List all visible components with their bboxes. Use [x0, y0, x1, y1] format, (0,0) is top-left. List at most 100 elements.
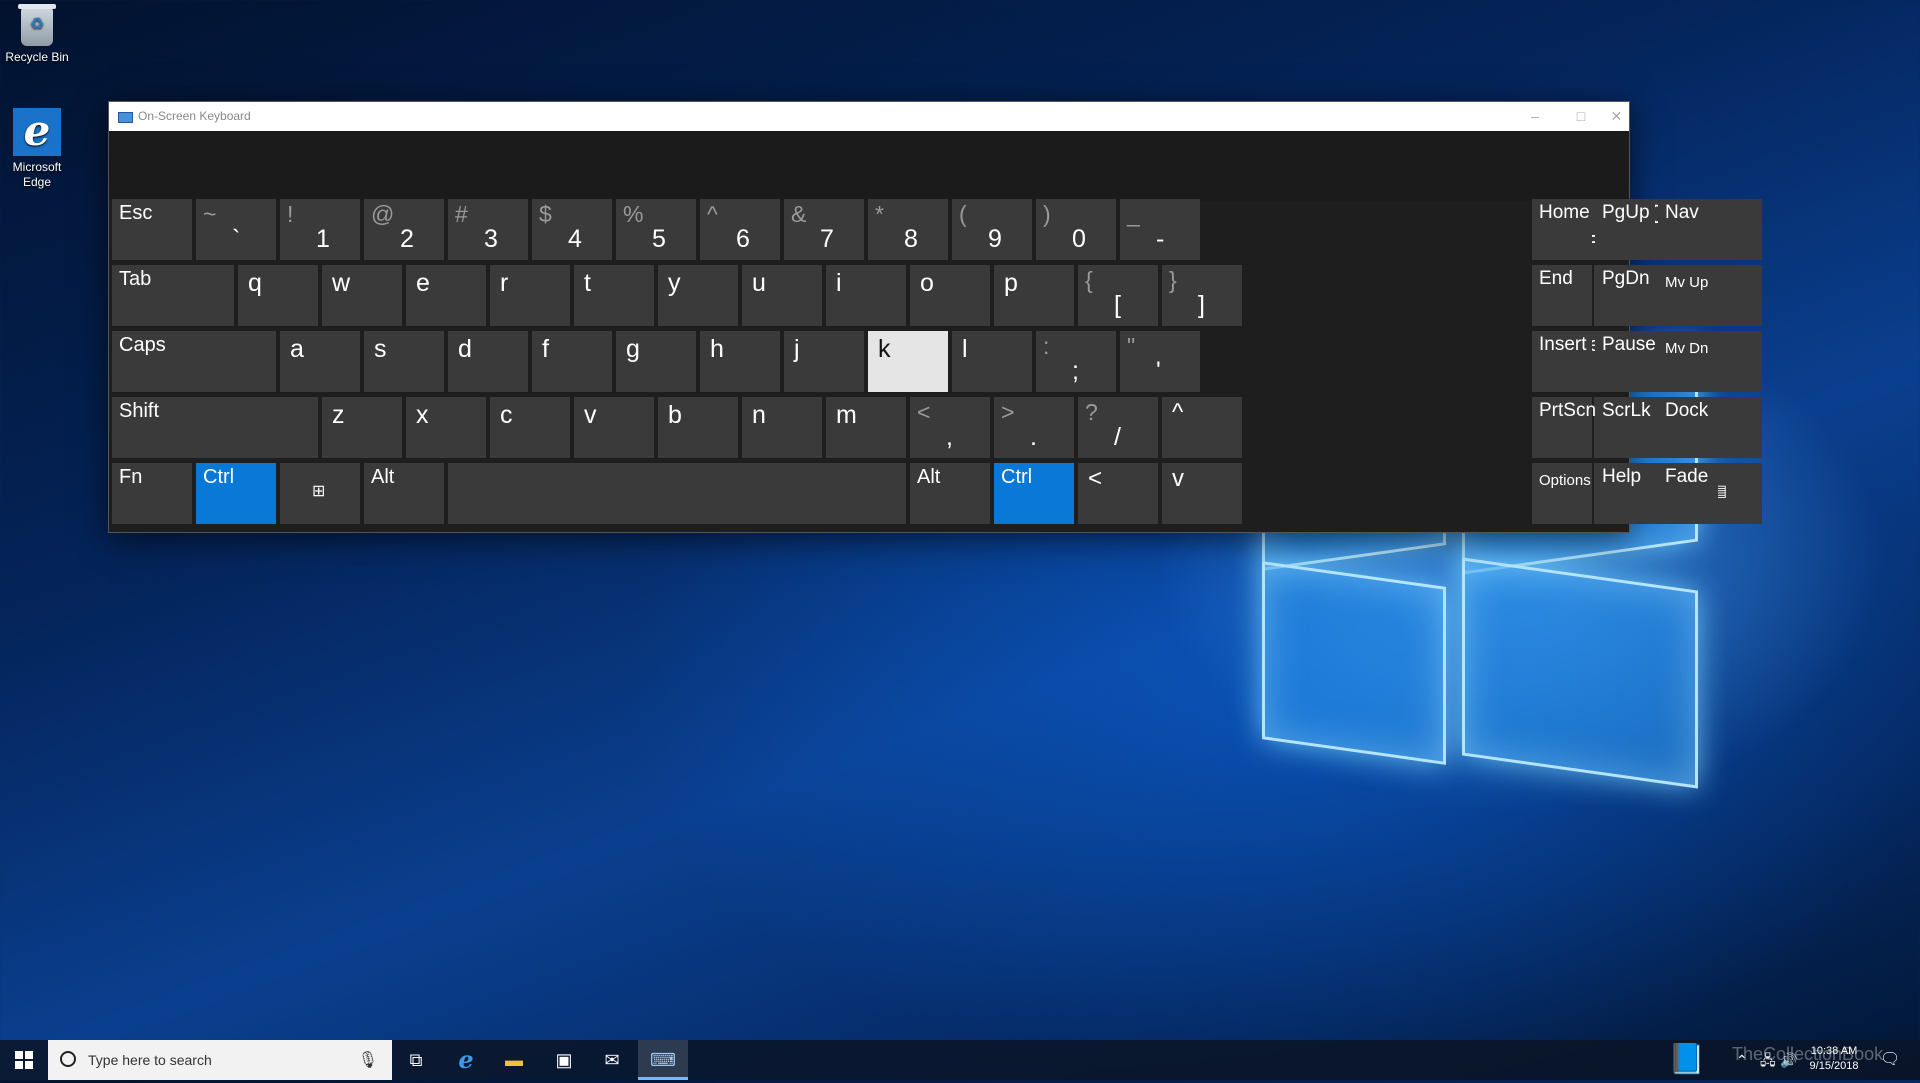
taskbar-edge[interactable]: e — [442, 1040, 490, 1080]
key-j[interactable]: j — [784, 331, 864, 392]
key-help[interactable]: Help — [1595, 463, 1655, 524]
key-fn[interactable]: Fn — [112, 463, 192, 524]
key-key1-12[interactable]: }] — [1162, 265, 1242, 326]
desktop-icon-edge[interactable]: e Microsoft Edge — [0, 108, 78, 190]
key-x[interactable]: x — [406, 397, 486, 458]
key-scrlk[interactable]: ScrLk — [1595, 397, 1655, 458]
key-n[interactable]: n — [742, 397, 822, 458]
key-h[interactable]: h — [700, 331, 780, 392]
key-a[interactable]: a — [280, 331, 360, 392]
key-1[interactable]: ! 1 — [280, 199, 360, 260]
key-label: ' — [1156, 357, 1161, 385]
key-ctrl[interactable]: Ctrl — [196, 463, 276, 524]
key-space[interactable] — [448, 463, 906, 524]
key-y[interactable]: y — [658, 265, 738, 326]
desktop-icon-recycle-bin[interactable]: Recycle Bin — [0, 4, 78, 65]
key-7[interactable]: & 7 — [784, 199, 864, 260]
key-key3-10[interactable]: ? / — [1078, 397, 1158, 458]
close-button[interactable]: ✕ — [1604, 102, 1629, 131]
key-v[interactable]: v — [1162, 463, 1242, 524]
key-g[interactable]: g — [616, 331, 696, 392]
key-shift[interactable]: Shift — [112, 397, 318, 458]
maximize-button[interactable]: □ — [1558, 102, 1604, 131]
key-r[interactable]: r — [490, 265, 570, 326]
taskbar-store[interactable]: ▣ — [540, 1040, 588, 1080]
taskbar-on-screen-keyboard[interactable]: ⌨ — [638, 1040, 688, 1080]
key-e[interactable]: e — [406, 265, 486, 326]
key-alt[interactable]: Alt — [910, 463, 990, 524]
key-pgdn[interactable]: PgDn — [1595, 265, 1655, 326]
key-key2-11[interactable]: " ' — [1120, 331, 1200, 392]
key-key3-9[interactable]: >. — [994, 397, 1074, 458]
key-i[interactable]: i — [826, 265, 906, 326]
key-q[interactable]: q — [238, 265, 318, 326]
key-key1-11[interactable]: {[ — [1078, 265, 1158, 326]
key-shift-symbol: } — [1169, 267, 1177, 293]
key-key3-11[interactable]: ^ — [1162, 397, 1242, 458]
taskbar-mail[interactable]: ✉ — [588, 1040, 636, 1080]
key-0[interactable]: ) 0 — [1036, 199, 1116, 260]
key-prtscn[interactable]: PrtScn — [1532, 397, 1596, 458]
key-label: / — [1114, 423, 1121, 451]
key-w[interactable]: w — [322, 265, 402, 326]
task-view-button[interactable]: ⧉ — [392, 1040, 440, 1080]
on-screen-keyboard-window: On-Screen Keyboard – □ ✕ Esc ~ `! 1 @2 #3 $4% 5… — [108, 101, 1762, 533]
minimize-button[interactable]: – — [1512, 102, 1558, 131]
key-2[interactable]: @2 — [364, 199, 444, 260]
key-t[interactable]: t — [574, 265, 654, 326]
key-9[interactable]: (9 — [952, 199, 1032, 260]
key-3[interactable]: #3 — [448, 199, 528, 260]
key-home[interactable]: Home — [1532, 199, 1592, 260]
key-z[interactable]: z — [322, 397, 402, 458]
key-o[interactable]: o — [910, 265, 990, 326]
key-c[interactable]: c — [490, 397, 570, 458]
key-alt[interactable]: Alt — [364, 463, 444, 524]
key-key0-12[interactable]: _ - — [1120, 199, 1200, 260]
key-5[interactable]: % 5 — [616, 199, 696, 260]
key-v[interactable]: v — [574, 397, 654, 458]
key-label: 2 — [400, 225, 414, 253]
key-m[interactable]: m — [826, 397, 906, 458]
taskbar-file-explorer[interactable]: ▬ — [490, 1040, 538, 1080]
key-dock[interactable]: Dock — [1658, 397, 1718, 458]
key-mv-dn[interactable]: Mv Dn — [1658, 331, 1718, 392]
key-4[interactable]: $4 — [532, 199, 612, 260]
key-6[interactable]: ^ 6 — [700, 199, 780, 260]
key-s[interactable]: s — [364, 331, 444, 392]
key-pause[interactable]: Pause — [1595, 331, 1656, 392]
key-label: c — [500, 401, 513, 429]
key-d[interactable]: d — [448, 331, 528, 392]
key-nav[interactable]: Nav — [1658, 199, 1718, 260]
key-key0-1[interactable]: ~ ` — [196, 199, 276, 260]
key-label: t — [584, 269, 591, 297]
key-label: Mv Dn — [1665, 340, 1709, 357]
key-insert[interactable]: Insert — [1532, 331, 1592, 392]
key-options[interactable]: Options — [1532, 463, 1592, 524]
key-caps[interactable]: Caps — [112, 331, 276, 392]
key-tab[interactable]: Tab — [112, 265, 234, 326]
start-button[interactable] — [0, 1040, 48, 1080]
key-label: w — [332, 269, 351, 297]
key-esc[interactable]: Esc — [112, 199, 192, 260]
key-u[interactable]: u — [742, 265, 822, 326]
key-8[interactable]: * 8 — [868, 199, 948, 260]
key-label: n — [752, 401, 766, 429]
key-l[interactable]: l — [952, 331, 1032, 392]
key-b[interactable]: b — [658, 397, 738, 458]
key-p[interactable]: p — [994, 265, 1074, 326]
microphone-icon[interactable]: 🎙 — [358, 1050, 378, 1070]
key-label: ` — [232, 225, 241, 253]
taskbar-search-box[interactable]: Type here to search 🎙 — [48, 1040, 392, 1080]
key-key3-8[interactable]: <, — [910, 397, 990, 458]
key-pgup[interactable]: PgUp — [1595, 199, 1655, 260]
key-f[interactable]: f — [532, 331, 612, 392]
key-ctrl[interactable]: Ctrl — [994, 463, 1074, 524]
key-k[interactable]: k — [868, 331, 948, 392]
key-key4-7[interactable]: < — [1078, 463, 1158, 524]
key-key4-2[interactable]: ⊞ — [280, 463, 360, 524]
key-mv-up[interactable]: Mv Up — [1658, 265, 1718, 326]
title-bar[interactable]: On-Screen Keyboard – □ ✕ — [109, 102, 1629, 131]
key-key2-10[interactable]: :; — [1036, 331, 1116, 392]
key-fade[interactable]: Fade — [1658, 463, 1718, 524]
key-end[interactable]: End — [1532, 265, 1592, 326]
